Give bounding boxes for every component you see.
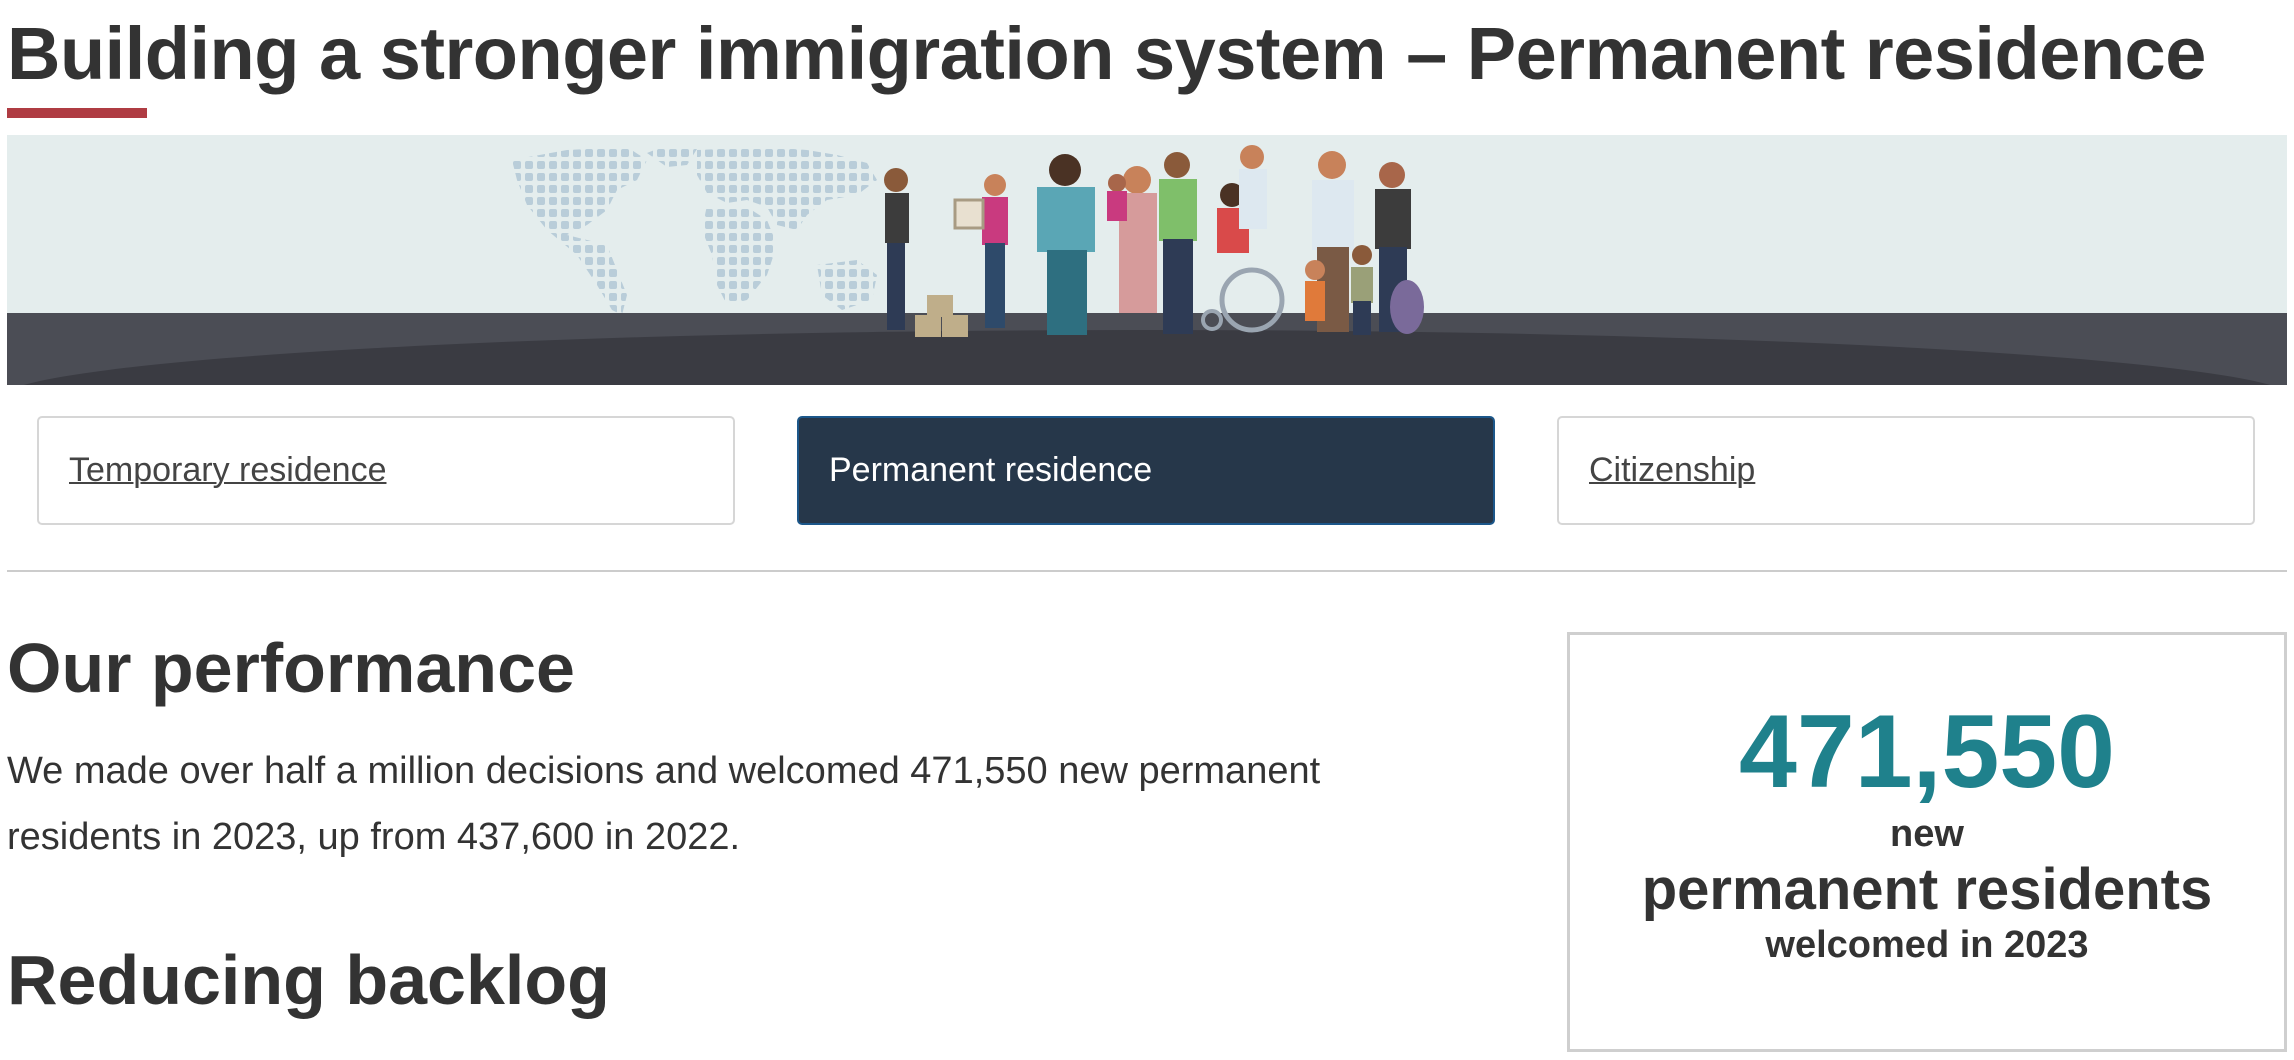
banner-illustration [7,135,2287,385]
people-illustration-icon [7,135,2287,385]
stat-label-year: welcomed in 2023 [1765,924,2089,966]
performance-heading: Our performance [7,629,575,707]
tab-citizenship[interactable]: Citizenship [1557,416,2255,525]
stat-label-new: new [1890,813,1964,855]
stat-label-main: permanent residents [1641,857,2213,922]
backlog-heading: Reducing backlog [7,941,610,1019]
stat-card: 471,550 new permanent residents welcomed… [1567,632,2287,1052]
tab-permanent-residence-label: Permanent residence [829,451,1153,489]
tab-citizenship-link[interactable]: Citizenship [1589,451,1755,489]
section-tabs: Temporary residence Permanent residence … [37,416,2257,527]
page-title: Building a stronger immigration system –… [7,12,2206,95]
tab-temporary-residence[interactable]: Temporary residence [37,416,735,525]
title-underline [7,108,147,118]
section-divider [7,570,2287,572]
tab-permanent-residence[interactable]: Permanent residence [797,416,1495,525]
tab-temporary-residence-link[interactable]: Temporary residence [69,451,386,489]
stat-number: 471,550 [1739,694,2115,810]
performance-text: We made over half a million decisions an… [7,750,1321,858]
